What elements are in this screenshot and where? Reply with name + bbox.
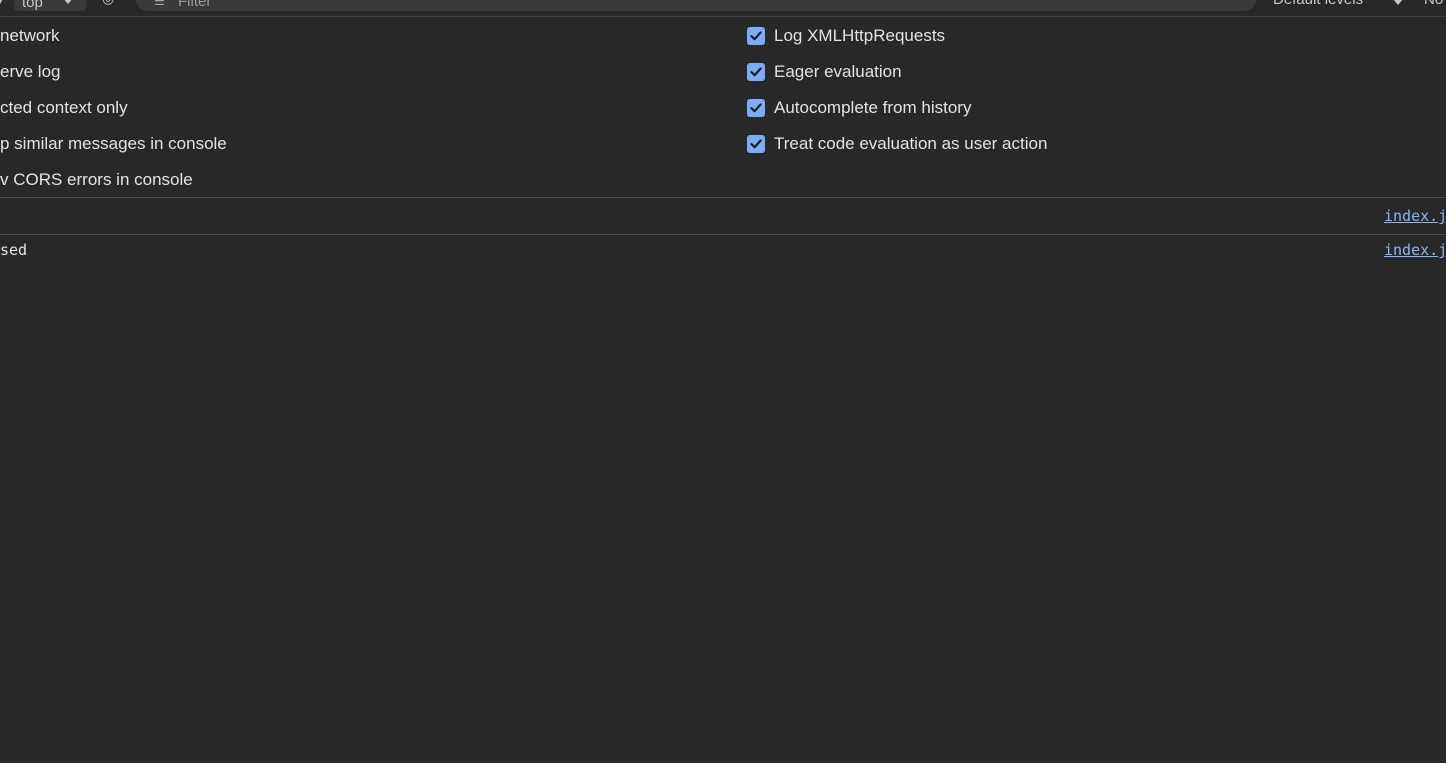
caret-down-icon	[1392, 0, 1404, 5]
checkmark-icon	[750, 103, 762, 113]
console-toolbar: ▾ top ◎ ☰ Default levels No	[0, 0, 1446, 17]
console-message-row: sed index.js	[0, 235, 1446, 267]
log-levels-dropdown[interactable]: Default levels	[1273, 0, 1363, 8]
filter-input[interactable]	[176, 0, 780, 12]
setting-group-similar-messages[interactable]: p similar messages in console	[0, 126, 227, 162]
setting-label: Treat code evaluation as user action	[774, 134, 1048, 153]
setting-label: network	[0, 26, 60, 45]
console-message-text: sed	[0, 241, 28, 259]
checkbox-checked[interactable]	[747, 27, 765, 45]
setting-label: Log XMLHttpRequests	[774, 26, 946, 45]
setting-label: erve log	[0, 62, 61, 81]
chevron-down-icon[interactable]: ▾	[0, 0, 4, 8]
issues-button[interactable]: No	[1424, 0, 1443, 8]
filter-icon: ☰	[154, 0, 165, 8]
caret-down-icon	[62, 0, 74, 4]
console-settings-panel: network erve log cted context only p sim…	[0, 17, 1446, 198]
setting-label: Eager evaluation	[774, 62, 902, 81]
setting-label: cted context only	[0, 98, 128, 117]
setting-autocomplete-from-history[interactable]: Autocomplete from history	[747, 90, 971, 126]
setting-label: v CORS errors in console	[0, 170, 193, 189]
console-source-link[interactable]: index.js	[1384, 241, 1446, 259]
checkbox-checked[interactable]	[747, 135, 765, 153]
context-selector-label: top	[22, 0, 43, 11]
setting-label: Autocomplete from history	[774, 98, 972, 117]
context-selector[interactable]: top	[14, 0, 86, 11]
setting-treat-code-evaluation-as-user-action[interactable]: Treat code evaluation as user action	[747, 126, 1047, 162]
setting-preserve-log[interactable]: erve log	[0, 54, 60, 90]
checkbox-checked[interactable]	[747, 63, 765, 81]
console-source-link[interactable]: index.js	[1384, 207, 1446, 225]
live-expression-eye-icon[interactable]: ◎	[102, 0, 114, 7]
setting-selected-context-only[interactable]: cted context only	[0, 90, 128, 126]
filter-box[interactable]: ☰	[136, 0, 1256, 12]
checkmark-icon	[750, 31, 762, 41]
setting-show-cors-errors[interactable]: v CORS errors in console	[0, 162, 193, 198]
setting-hide-network[interactable]: network	[0, 18, 60, 54]
checkbox-checked[interactable]	[747, 99, 765, 117]
setting-label: p similar messages in console	[0, 134, 227, 153]
checkmark-icon	[750, 139, 762, 149]
setting-eager-evaluation[interactable]: Eager evaluation	[747, 54, 902, 90]
checkmark-icon	[750, 67, 762, 77]
setting-log-xmlhttprequests[interactable]: Log XMLHttpRequests	[747, 18, 945, 54]
console-message-row: index.js	[0, 198, 1446, 235]
